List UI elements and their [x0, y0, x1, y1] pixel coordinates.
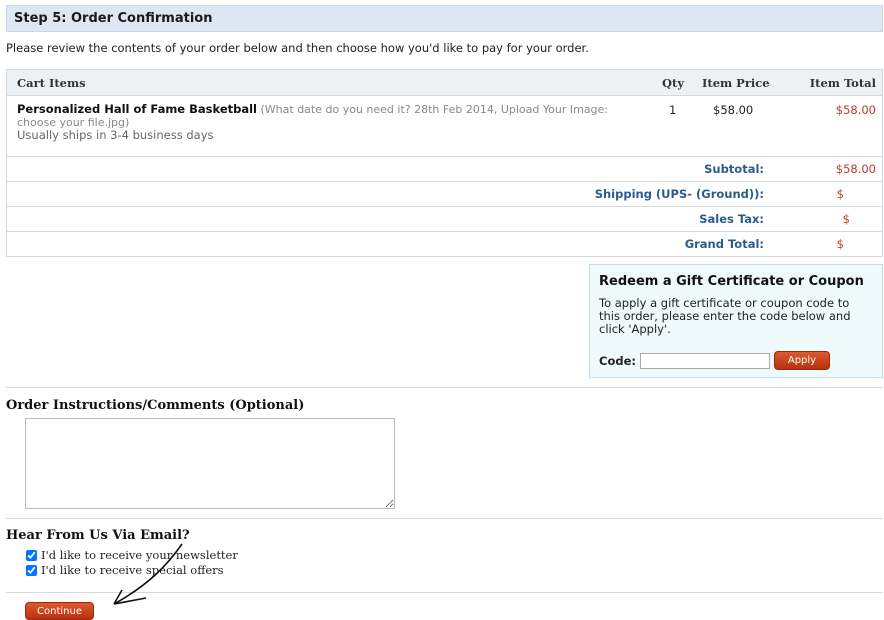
instructions-title: Order Instructions/Comments (Optional) — [6, 398, 305, 413]
divider — [6, 387, 883, 388]
shipping-label: Shipping (UPS- (Ground)): — [594, 187, 764, 201]
header-item-total: Item Total — [809, 76, 876, 90]
header-item-price: Item Price — [702, 76, 770, 90]
divider — [6, 518, 883, 519]
cart-header-row: Cart Items Qty Item Price Item Total — [7, 70, 882, 96]
header-cart-items: Cart Items — [17, 76, 86, 90]
grand-total-row: Grand Total: $ — [7, 232, 882, 256]
code-label: Code: — [599, 353, 636, 368]
tax-row: Sales Tax: $ — [7, 207, 882, 232]
step-title: Step 5: Order Confirmation — [6, 5, 883, 32]
table-row: Personalized Hall of Fame Basketball (Wh… — [7, 96, 882, 157]
item-shipping-note: Usually ships in 3-4 business days — [17, 128, 214, 142]
item-name: Personalized Hall of Fame Basketball — [17, 102, 257, 116]
hand-drawn-arrow-icon — [113, 543, 183, 605]
item-description: Personalized Hall of Fame Basketball (Wh… — [17, 103, 632, 142]
intro-text: Please review the contents of your order… — [6, 41, 589, 55]
item-total: $58.00 — [835, 103, 876, 117]
subtotal-label: Subtotal: — [704, 162, 764, 176]
coupon-title: Redeem a Gift Certificate or Coupon — [599, 274, 864, 289]
shipping-value: $ — [836, 187, 844, 201]
apply-button[interactable]: Apply — [773, 351, 830, 370]
subtotal-row: Subtotal: $58.00 — [7, 157, 882, 182]
shipping-row: Shipping (UPS- (Ground)): $ — [7, 182, 882, 207]
continue-button[interactable]: Continue — [25, 602, 94, 620]
item-price: $58.00 — [713, 103, 754, 117]
cart-table: Cart Items Qty Item Price Item Total Per… — [6, 69, 883, 257]
grand-total-label: Grand Total: — [684, 237, 764, 251]
subtotal-value: $58.00 — [835, 162, 876, 176]
tax-label: Sales Tax: — [699, 212, 764, 226]
coupon-instructions: To apply a gift certificate or coupon co… — [599, 296, 851, 336]
coupon-form: Code: Apply — [599, 351, 830, 370]
newsletter-checkbox[interactable] — [26, 549, 37, 561]
order-comments-textarea[interactable] — [25, 418, 395, 509]
header-qty: Qty — [662, 76, 685, 90]
coupon-panel: Redeem a Gift Certificate or Coupon To a… — [589, 264, 883, 378]
item-qty: 1 — [669, 103, 677, 117]
offers-checkbox[interactable] — [26, 564, 37, 576]
tax-value: $ — [842, 212, 850, 226]
coupon-code-input[interactable] — [639, 352, 770, 369]
grand-total-value: $ — [836, 237, 844, 251]
